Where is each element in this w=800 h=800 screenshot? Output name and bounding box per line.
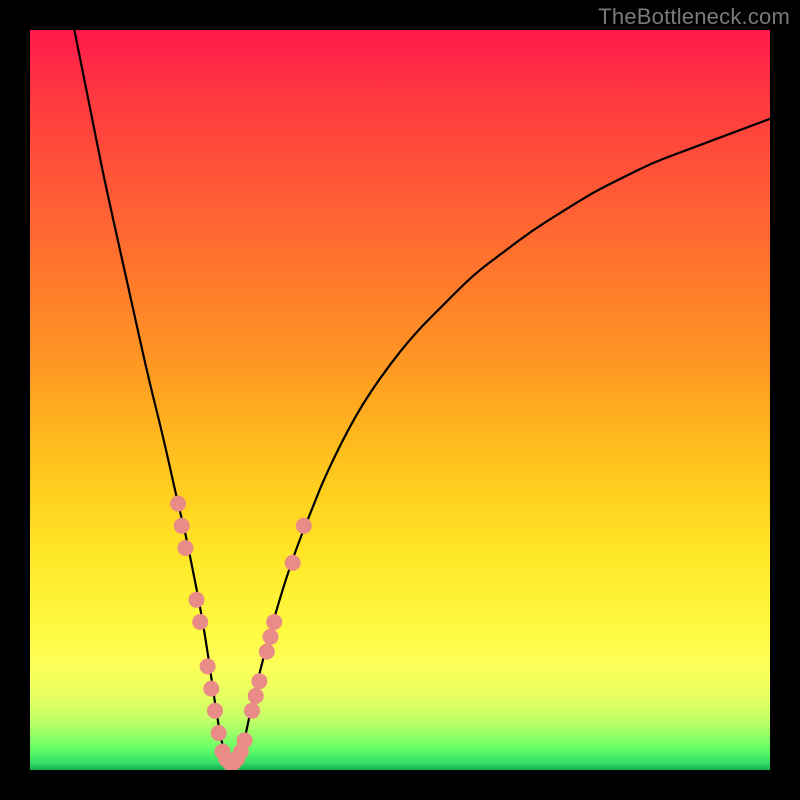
data-dot bbox=[211, 725, 227, 741]
watermark-text: TheBottleneck.com bbox=[598, 4, 790, 30]
data-dot bbox=[203, 681, 219, 697]
data-dot bbox=[251, 673, 267, 689]
data-dots bbox=[170, 496, 312, 770]
data-dot bbox=[174, 518, 190, 534]
data-dot bbox=[296, 518, 312, 534]
data-dot bbox=[266, 614, 282, 630]
data-dot bbox=[192, 614, 208, 630]
bottleneck-curve bbox=[74, 30, 770, 763]
data-dot bbox=[263, 629, 279, 645]
data-dot bbox=[200, 658, 216, 674]
chart-svg bbox=[30, 30, 770, 770]
data-dot bbox=[237, 732, 253, 748]
data-dot bbox=[207, 703, 223, 719]
data-dot bbox=[170, 496, 186, 512]
data-dot bbox=[177, 540, 193, 556]
data-dot bbox=[259, 644, 275, 660]
data-dot bbox=[248, 688, 264, 704]
data-dot bbox=[285, 555, 301, 571]
data-dot bbox=[244, 703, 260, 719]
plot-area bbox=[30, 30, 770, 770]
chart-frame: TheBottleneck.com bbox=[0, 0, 800, 800]
data-dot bbox=[189, 592, 205, 608]
